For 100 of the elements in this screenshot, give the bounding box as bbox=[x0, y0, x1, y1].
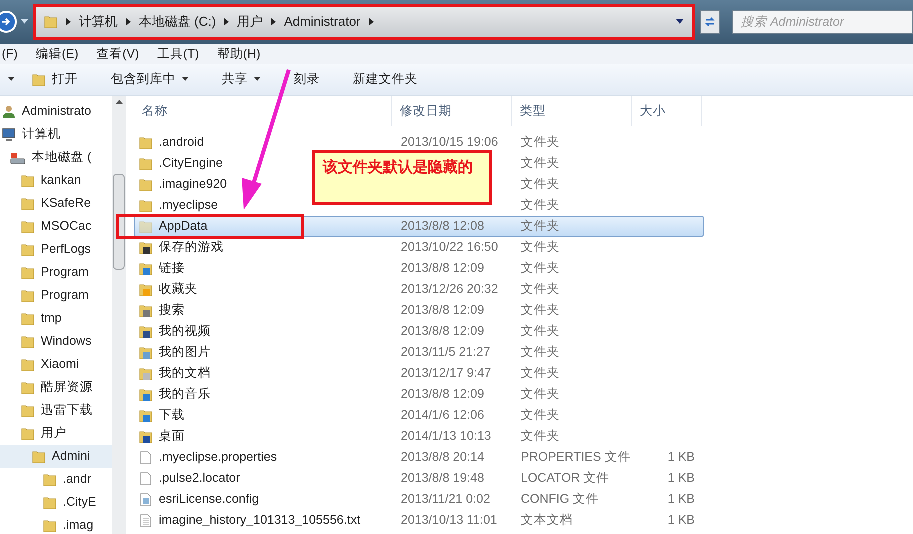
menu-item[interactable]: 帮助(H) bbox=[215, 44, 263, 64]
refresh-button[interactable] bbox=[700, 10, 720, 34]
tree-item[interactable]: tmp bbox=[0, 307, 112, 330]
file-name[interactable]: 搜索 bbox=[159, 301, 185, 320]
file-name[interactable]: 桌面 bbox=[159, 427, 185, 446]
user-icon bbox=[2, 104, 16, 118]
file-name[interactable]: .imagine920 bbox=[159, 175, 228, 194]
tree-item[interactable]: Admini bbox=[0, 445, 112, 468]
folder-icon bbox=[21, 380, 35, 394]
caret-down-icon bbox=[182, 77, 189, 82]
column-header[interactable]: 修改日期 bbox=[392, 96, 512, 126]
open-folder-icon bbox=[32, 72, 46, 86]
tree-item[interactable]: Windows bbox=[0, 330, 112, 353]
scrollbar-thumb[interactable] bbox=[113, 174, 125, 270]
chevron-right-icon bbox=[126, 18, 131, 26]
file-name[interactable]: 下载 bbox=[159, 406, 185, 425]
file-name[interactable]: .myeclipse.properties bbox=[159, 448, 278, 467]
caret-down-icon[interactable] bbox=[8, 77, 15, 82]
toolbar-button[interactable]: 新建文件夹 bbox=[353, 70, 418, 89]
file-name[interactable]: 我的文档 bbox=[159, 364, 211, 383]
type-cell: 文件夹 bbox=[521, 282, 560, 296]
folder-icon bbox=[21, 242, 35, 256]
type-cell: PROPERTIES 文件 bbox=[521, 450, 631, 464]
tree-item[interactable]: .imag bbox=[0, 514, 112, 534]
file-name[interactable]: 我的图片 bbox=[159, 343, 211, 362]
file-name[interactable]: .myeclipse bbox=[159, 196, 218, 215]
tree-item[interactable]: 计算机 bbox=[0, 123, 112, 146]
file-name[interactable]: 保存的游戏 bbox=[159, 238, 224, 257]
type-cell: 文件夹 bbox=[521, 156, 560, 170]
tree-item[interactable]: 迅雷下载 bbox=[0, 399, 112, 422]
tree-item[interactable]: kankan bbox=[0, 169, 112, 192]
back-button[interactable] bbox=[0, 11, 17, 33]
folder-icon bbox=[139, 198, 153, 212]
toolbar-button[interactable]: 打开 bbox=[32, 70, 78, 89]
size-cell-text: 1 KB bbox=[668, 449, 695, 466]
file-name[interactable]: .android bbox=[159, 133, 204, 152]
folder-icon bbox=[21, 174, 35, 188]
toolbar-button[interactable]: 包含到库中 bbox=[111, 70, 189, 89]
date-cell: 2013/8/8 12:09 bbox=[401, 324, 484, 338]
tree-item[interactable]: Program bbox=[0, 284, 112, 307]
type-cell: 文件夹 bbox=[521, 366, 560, 380]
file-name[interactable]: 我的音乐 bbox=[159, 385, 211, 404]
folder-icon bbox=[21, 312, 35, 326]
file-name[interactable]: esriLicense.config bbox=[159, 490, 260, 509]
file-name[interactable]: 我的视频 bbox=[159, 322, 211, 341]
tree-item[interactable]: .CityE bbox=[0, 491, 112, 514]
column-header[interactable]: 名称 bbox=[134, 96, 392, 126]
folder-icon bbox=[21, 266, 35, 280]
toolbar-button[interactable]: 共享 bbox=[222, 70, 261, 89]
folder-icon bbox=[21, 404, 35, 418]
config-file-icon bbox=[139, 492, 153, 506]
date-cell: 2013/11/5 21:27 bbox=[401, 345, 490, 360]
tree-item[interactable]: KSafeRe bbox=[0, 192, 112, 215]
tree-item[interactable]: Administrato bbox=[0, 100, 112, 123]
tree-item[interactable]: 酷屏资源 bbox=[0, 376, 112, 399]
address-field[interactable]: 计算机 本地磁盘 (C:) 用户 Administrator bbox=[36, 7, 692, 37]
scrollbar[interactable] bbox=[112, 96, 126, 534]
file-name[interactable]: AppData bbox=[159, 217, 208, 236]
date-cell: 2014/1/6 12:06 bbox=[401, 408, 484, 422]
arrow-right-icon bbox=[1, 17, 12, 27]
file-name[interactable]: 链接 bbox=[159, 259, 185, 278]
menu-item[interactable]: 查看(V) bbox=[94, 44, 142, 64]
tree-item[interactable]: PerfLogs bbox=[0, 238, 112, 261]
file-name[interactable]: 收藏夹 bbox=[159, 280, 198, 299]
breadcrumb-item[interactable]: 用户 bbox=[237, 12, 264, 32]
menu-item[interactable]: 工具(T) bbox=[155, 44, 202, 64]
menu-item[interactable]: 编辑(E) bbox=[34, 44, 81, 64]
file-name[interactable]: .CityEngine bbox=[159, 154, 223, 173]
date-cell: 2014/1/13 10:13 bbox=[401, 429, 492, 444]
file-row[interactable]: AppData 2013/8/8 12:08 文件夹 bbox=[134, 216, 704, 237]
tree-item[interactable]: Program bbox=[0, 261, 112, 284]
file-icon bbox=[139, 472, 153, 486]
date-cell: 2013/8/8 20:14 bbox=[401, 450, 484, 464]
column-header[interactable]: 类型 bbox=[512, 96, 632, 126]
caret-down-icon[interactable] bbox=[676, 19, 684, 25]
date-cell: 2013/12/17 9:47 bbox=[401, 366, 492, 380]
folder-icon bbox=[32, 450, 46, 464]
file-name[interactable]: .pulse2.locator bbox=[159, 469, 240, 488]
tree-item[interactable]: 用户 bbox=[0, 422, 112, 445]
file-name[interactable]: imagine_history_101313_105556.txt bbox=[159, 511, 361, 530]
tree-item[interactable]: MSOCac bbox=[0, 215, 112, 238]
chevron-right-icon bbox=[271, 18, 276, 26]
date-cell: 2013/8/8 12:09 bbox=[401, 387, 484, 402]
callout-note: 该文件夹默认是隐藏的 bbox=[312, 150, 492, 205]
type-cell: 文件夹 bbox=[521, 324, 560, 338]
breadcrumb-item[interactable]: 本地磁盘 (C:) bbox=[138, 12, 216, 32]
date-cell: 2013/10/22 16:50 bbox=[401, 240, 498, 254]
breadcrumb-item[interactable]: Administrator bbox=[284, 12, 361, 32]
tree-item[interactable]: .andr bbox=[0, 468, 112, 491]
menu-item[interactable]: (F) bbox=[0, 44, 20, 64]
search-field[interactable]: 搜索 Administrator bbox=[732, 10, 913, 34]
tree-item[interactable]: Xiaomi bbox=[0, 353, 112, 376]
folder-icon bbox=[43, 472, 57, 486]
date-cell: 2013/8/8 12:08 bbox=[401, 219, 484, 234]
type-cell: 文件夹 bbox=[521, 240, 560, 254]
folder-icon bbox=[139, 156, 153, 170]
toolbar-button[interactable]: 刻录 bbox=[294, 70, 320, 89]
tree-item[interactable]: 本地磁盘 ( bbox=[0, 146, 112, 169]
breadcrumb-item[interactable]: 计算机 bbox=[78, 12, 118, 32]
column-header[interactable]: 大小 bbox=[632, 96, 702, 126]
